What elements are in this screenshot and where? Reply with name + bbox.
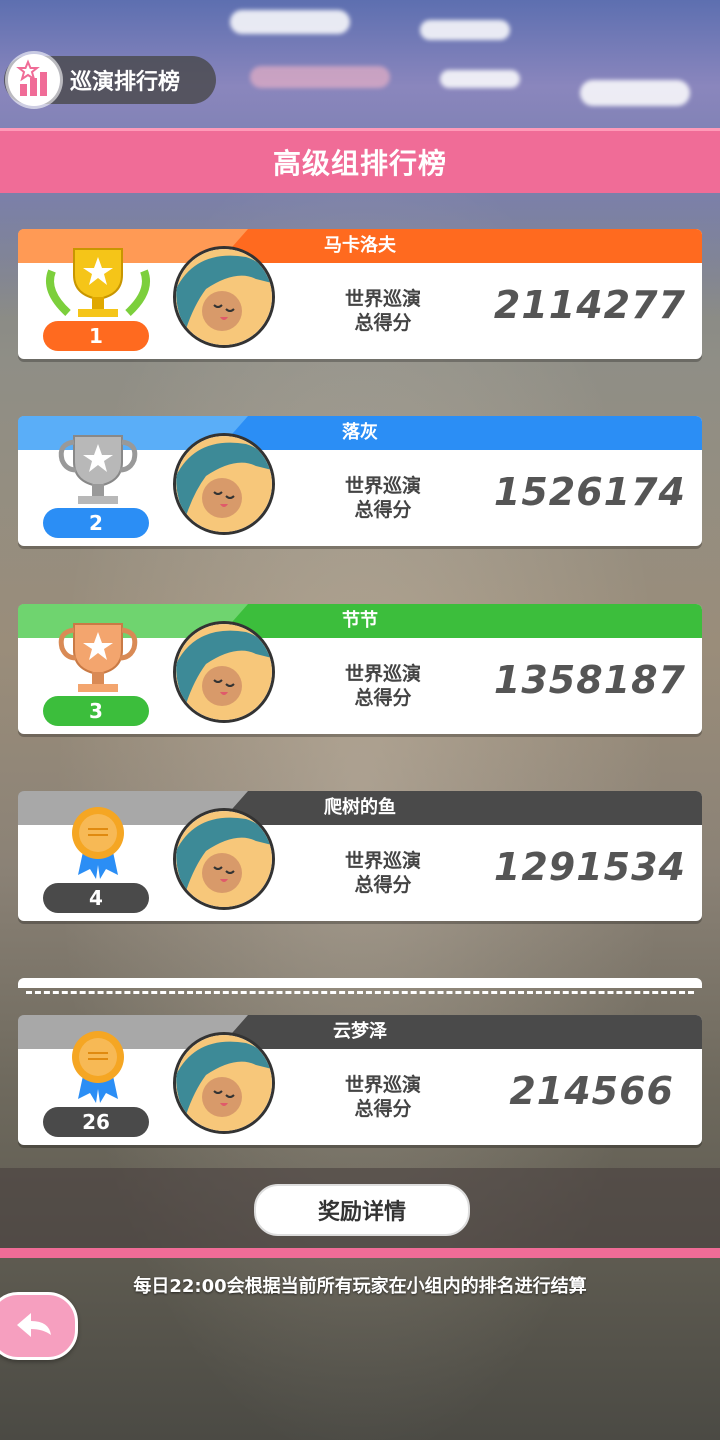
score-label: 世界巡演 总得分	[344, 1074, 421, 1120]
ribbon-medal-icon	[72, 807, 124, 879]
bronze-trophy-icon	[58, 623, 138, 692]
rank-number: 1	[43, 321, 149, 351]
rank-card-1[interactable]: 马卡洛夫 1 世界巡演 总得分 2114277	[18, 229, 702, 359]
player-avatar	[173, 808, 275, 910]
rank-number: 2	[43, 508, 149, 538]
total-score: 214566	[509, 1069, 674, 1113]
back-arrow-icon	[17, 1313, 51, 1337]
score-label: 世界巡演 总得分	[344, 288, 421, 334]
ranking-title: 巡演排行榜	[70, 70, 181, 95]
score-label: 世界巡演 总得分	[344, 850, 421, 896]
rank-card-2[interactable]: 落灰 2 世界巡演 总得分 1526174	[18, 416, 702, 546]
rank-number: 3	[43, 696, 149, 726]
ranking-icon	[8, 54, 60, 106]
player-avatar	[173, 1032, 275, 1134]
group-title: 高级组排行榜	[272, 147, 447, 180]
total-score: 2114277	[493, 283, 686, 327]
player-avatar	[173, 621, 275, 723]
rank-card-3[interactable]: 节节 3 世界巡演 总得分 1358187	[18, 604, 702, 734]
total-score: 1358187	[493, 658, 686, 702]
group-banner: 高级组排行榜	[0, 128, 720, 193]
ribbon-medal-icon	[72, 1031, 124, 1103]
rank-number: 26	[43, 1107, 149, 1137]
player-avatar	[173, 246, 275, 348]
rank-number: 4	[43, 883, 149, 913]
back-button[interactable]	[0, 1292, 78, 1360]
pink-divider	[0, 1248, 720, 1258]
my-rank-card[interactable]: 云梦泽 26 世界巡演 总得分 214566	[18, 1015, 702, 1145]
gold-trophy-icon	[46, 248, 150, 317]
score-label: 世界巡演 总得分	[344, 663, 421, 709]
player-avatar	[173, 433, 275, 535]
next-card-peek	[18, 978, 702, 988]
ranking-title-pill: 巡演排行榜	[4, 54, 216, 106]
reward-details-button[interactable]: 奖励详情	[254, 1184, 470, 1236]
total-score: 1291534	[493, 845, 686, 889]
silver-trophy-icon	[58, 435, 138, 504]
settlement-notice: 每日22:00会根据当前所有玩家在小组内的排名进行结算	[133, 1276, 587, 1297]
score-label: 世界巡演 总得分	[344, 475, 421, 521]
rank-card-4[interactable]: 爬树的鱼 4 世界巡演 总得分 1291534	[18, 791, 702, 921]
dashed-divider	[26, 991, 694, 994]
total-score: 1526174	[493, 470, 686, 514]
